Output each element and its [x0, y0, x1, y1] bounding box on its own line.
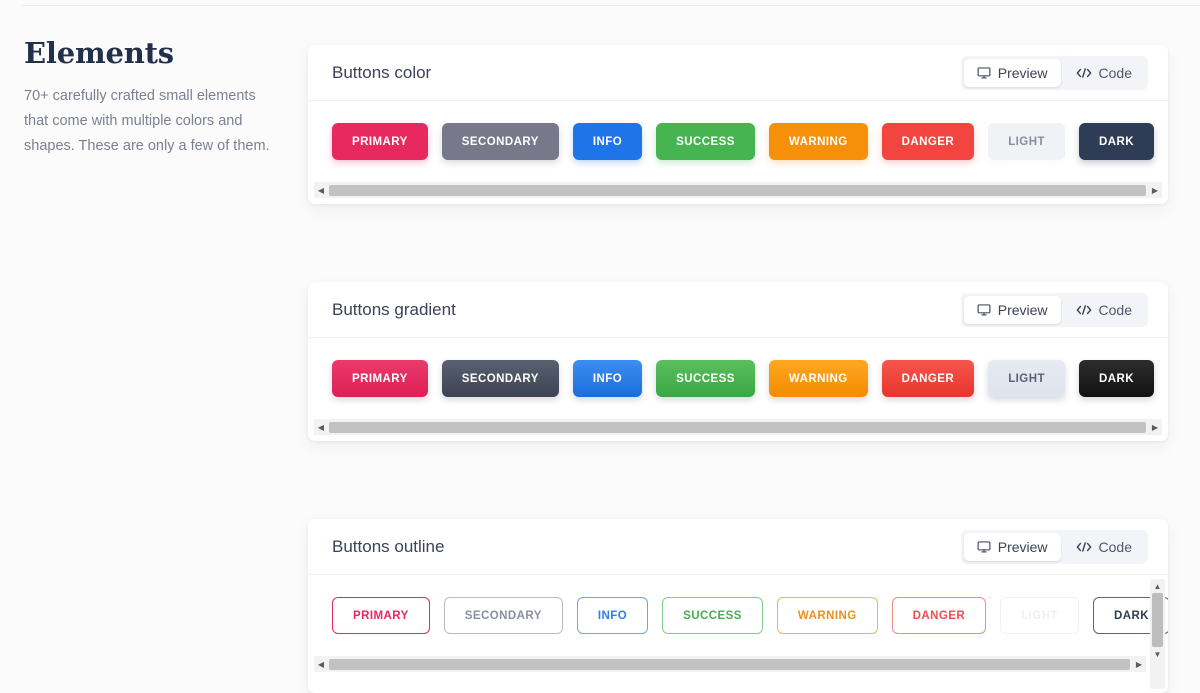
button-danger[interactable]: DANGER — [881, 360, 975, 397]
preview-tab[interactable]: Preview — [963, 532, 1061, 561]
button-warning[interactable]: WARNING — [776, 597, 878, 634]
scroll-up-arrow[interactable]: ▲ — [1150, 579, 1165, 593]
code-tab[interactable]: Code — [1063, 296, 1145, 324]
card-buttons-color: Buttons color Preview Code PRIMARY SECON… — [308, 45, 1168, 204]
scroll-down-arrow[interactable]: ▼ — [1150, 647, 1165, 661]
button-danger[interactable]: DANGER — [881, 123, 975, 160]
button-warning[interactable]: WARNING — [768, 360, 868, 397]
button-success[interactable]: SUCCESS — [656, 123, 755, 160]
card-header: Buttons gradient Preview Code — [308, 282, 1168, 338]
top-divider — [22, 5, 1200, 6]
preview-tab-label: Preview — [997, 301, 1048, 318]
button-warning[interactable]: WARNING — [768, 123, 868, 160]
button-info[interactable]: INFO — [572, 123, 643, 160]
preview-tab-label: Preview — [997, 538, 1048, 555]
scroll-right-arrow[interactable]: ▶ — [1148, 419, 1162, 435]
horizontal-scrollbar[interactable]: ◀ ▶ — [314, 182, 1162, 198]
button-light[interactable]: LIGHT — [1000, 597, 1079, 634]
button-secondary[interactable]: SECONDARY — [441, 123, 559, 160]
code-brackets-icon — [1076, 541, 1092, 553]
preview-code-toggle: Preview Code — [960, 529, 1148, 564]
card-title: Buttons outline — [332, 536, 445, 556]
scroll-right-arrow[interactable]: ▶ — [1132, 656, 1146, 672]
monitor-icon — [977, 66, 991, 80]
code-brackets-icon — [1076, 67, 1092, 79]
scroll-left-arrow[interactable]: ◀ — [314, 182, 328, 198]
scroll-left-arrow[interactable]: ◀ — [314, 419, 328, 435]
button-dark[interactable]: DARK — [1078, 123, 1154, 160]
intro-section: Elements 70+ carefully crafted small ele… — [24, 36, 280, 159]
page-title: Elements — [24, 36, 174, 70]
button-success[interactable]: SUCCESS — [662, 597, 763, 634]
button-row-outline: PRIMARY SECONDARY INFO SUCCESS WARNING DANGER… — [308, 597, 1168, 656]
scroll-thumb[interactable] — [329, 421, 1146, 433]
card-title: Buttons color — [332, 62, 432, 82]
preview-code-toggle: Preview Code — [960, 292, 1148, 327]
code-tab-label: Code — [1098, 64, 1132, 81]
monitor-icon — [977, 303, 991, 317]
card-header: Buttons outline Preview Code — [308, 519, 1168, 575]
button-primary[interactable]: PRIMARY — [332, 123, 428, 160]
button-info[interactable]: INFO — [576, 597, 649, 634]
button-danger[interactable]: DANGER — [891, 597, 987, 634]
button-info[interactable]: INFO — [572, 360, 643, 397]
scroll-thumb[interactable] — [329, 658, 1130, 670]
code-tab-label: Code — [1098, 301, 1132, 318]
card-body: PRIMARY SECONDARY INFO SUCCESS WARNING DANGER… — [308, 101, 1168, 204]
card-header: Buttons color Preview Code — [308, 45, 1168, 101]
scroll-left-arrow[interactable]: ◀ — [314, 656, 328, 672]
scroll-thumb[interactable] — [329, 184, 1146, 196]
page-description: 70+ carefully crafted small elements tha… — [24, 88, 270, 154]
button-dark[interactable]: DARK — [1078, 360, 1154, 397]
scroll-right-arrow[interactable]: ▶ — [1148, 182, 1162, 198]
card-body: PRIMARY SECONDARY INFO SUCCESS WARNING DANGER… — [308, 338, 1168, 441]
card-title: Buttons gradient — [332, 299, 456, 319]
button-light[interactable]: LIGHT — [988, 123, 1065, 160]
code-tab[interactable]: Code — [1063, 59, 1145, 87]
code-tab-label: Code — [1098, 538, 1132, 555]
preview-code-toggle: Preview Code — [960, 55, 1148, 90]
preview-tab-label: Preview — [997, 64, 1048, 81]
card-buttons-gradient: Buttons gradient Preview Code PRIMARY SE… — [308, 282, 1168, 441]
button-secondary[interactable]: SECONDARY — [441, 360, 559, 397]
vertical-scroll-thumb[interactable] — [1152, 593, 1163, 647]
horizontal-scrollbar[interactable]: ◀ ▶ — [314, 656, 1146, 672]
button-secondary[interactable]: SECONDARY — [443, 597, 563, 634]
button-row-color: PRIMARY SECONDARY INFO SUCCESS WARNING DANGER… — [308, 123, 1168, 182]
preview-tab[interactable]: Preview — [963, 295, 1061, 324]
card-buttons-outline: Buttons outline Preview Code PRIMARY SEC… — [308, 519, 1168, 693]
monitor-icon — [977, 540, 991, 554]
vertical-scrollbar[interactable]: ▲ ▼ — [1150, 579, 1165, 689]
page-root: Elements 70+ carefully crafted small ele… — [0, 0, 1200, 693]
card-body: PRIMARY SECONDARY INFO SUCCESS WARNING DANGER… — [308, 575, 1168, 693]
code-brackets-icon — [1076, 304, 1092, 316]
button-light[interactable]: LIGHT — [988, 360, 1065, 397]
preview-tab[interactable]: Preview — [963, 58, 1061, 87]
button-primary[interactable]: PRIMARY — [332, 597, 430, 634]
button-primary[interactable]: PRIMARY — [332, 360, 428, 397]
button-row-gradient: PRIMARY SECONDARY INFO SUCCESS WARNING DANGER… — [308, 360, 1168, 419]
horizontal-scrollbar[interactable]: ◀ ▶ — [314, 419, 1162, 435]
code-tab[interactable]: Code — [1063, 533, 1145, 561]
button-success[interactable]: SUCCESS — [656, 360, 755, 397]
